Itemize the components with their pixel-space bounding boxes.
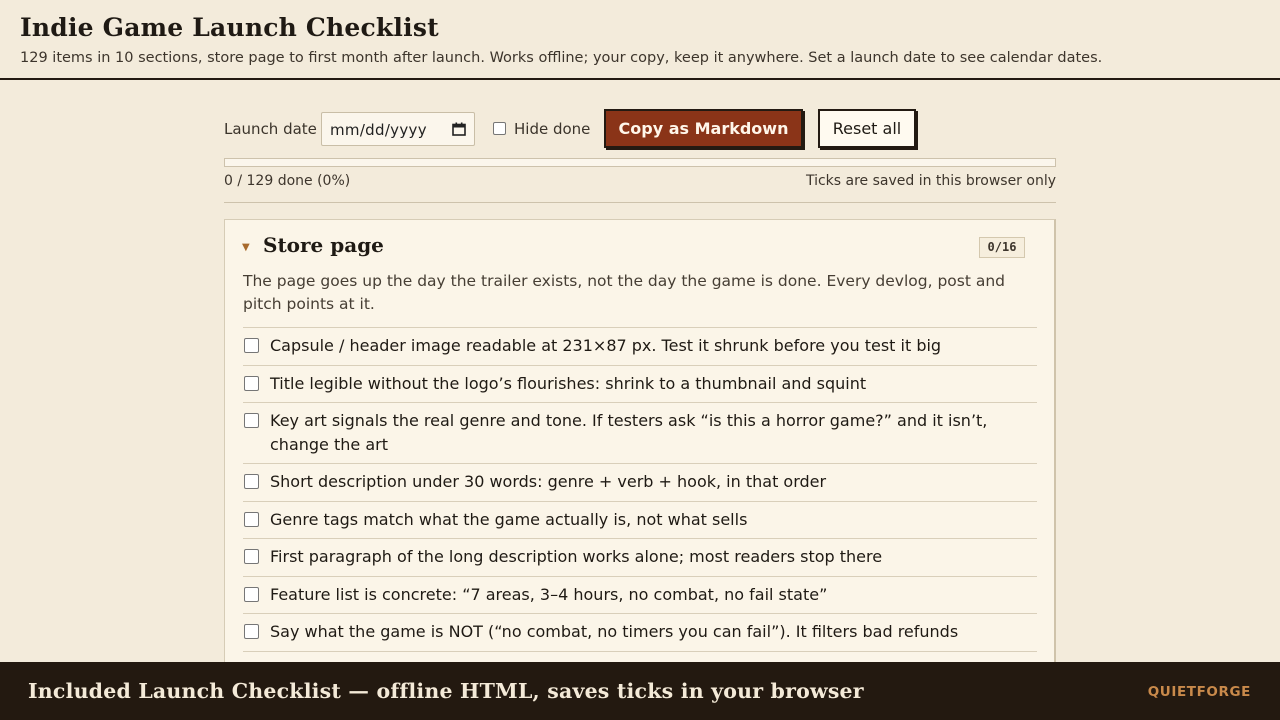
- checklist-item[interactable]: Feature list is concrete: “7 areas, 3–4 …: [243, 575, 1037, 614]
- section-store-page: ▼ Store page 0/16 The page goes up the d…: [224, 219, 1056, 679]
- brand-name: QUIETFORGE: [1147, 684, 1251, 700]
- item-label[interactable]: Capsule / header image readable at 231×8…: [270, 336, 941, 355]
- section-title[interactable]: Store page: [263, 233, 384, 257]
- item-label[interactable]: Key art signals the real genre and tone.…: [270, 411, 987, 454]
- checklist-item[interactable]: Key art signals the real genre and tone.…: [243, 402, 1037, 463]
- item-checkbox[interactable]: [244, 586, 259, 602]
- checklist-items: Capsule / header image readable at 231×8…: [243, 327, 1037, 688]
- item-checkbox[interactable]: [244, 338, 259, 353]
- copy-markdown-button[interactable]: Copy as Markdown: [604, 109, 803, 148]
- saved-note: Ticks are saved in this browser only: [805, 173, 1056, 189]
- section-count-badge: 0/16: [979, 237, 1025, 258]
- checklist-item[interactable]: Say what the game is NOT (“no combat, no…: [243, 613, 1037, 651]
- reset-all-button[interactable]: Reset all: [818, 109, 916, 148]
- progress-bar: [224, 158, 1056, 167]
- launch-date-input[interactable]: mm/dd/yyyy: [321, 112, 475, 146]
- page-title: Indie Game Launch Checklist: [20, 13, 439, 42]
- item-checkbox[interactable]: [244, 375, 259, 391]
- item-checkbox[interactable]: [244, 624, 259, 639]
- checklist-item[interactable]: Short description under 30 words: genre …: [243, 463, 1037, 501]
- calendar-icon[interactable]: [452, 122, 466, 136]
- item-checkbox[interactable]: [244, 549, 259, 564]
- checklist-item[interactable]: First paragraph of the long description …: [243, 538, 1037, 576]
- item-label[interactable]: Title legible without the logo’s flouris…: [270, 374, 866, 393]
- item-checkbox[interactable]: [244, 474, 259, 489]
- progress-text: 0 / 129 done (0%): [224, 173, 351, 189]
- banner-message: Included Launch Checklist — offline HTML…: [28, 679, 864, 703]
- item-label[interactable]: First paragraph of the long description …: [270, 547, 882, 566]
- checklist-item[interactable]: Genre tags match what the game actually …: [243, 500, 1037, 539]
- section-description: The page goes up the day the trailer exi…: [243, 272, 1006, 313]
- footer-banner: Included Launch Checklist — offline HTML…: [0, 662, 1280, 720]
- checklist-item[interactable]: Title legible without the logo’s flouris…: [243, 364, 1037, 403]
- hide-done-label[interactable]: Hide done: [514, 120, 590, 138]
- page-subtitle: 129 items in 10 sections, store page to …: [20, 50, 1103, 66]
- page-header: Indie Game Launch Checklist 129 items in…: [0, 0, 1280, 80]
- item-label[interactable]: Say what the game is NOT (“no combat, no…: [270, 622, 958, 641]
- item-label[interactable]: Feature list is concrete: “7 areas, 3–4 …: [270, 585, 827, 604]
- item-label[interactable]: Genre tags match what the game actually …: [270, 510, 747, 529]
- launch-date-placeholder: mm/dd/yyyy: [330, 121, 427, 139]
- launch-date-label: Launch date: [224, 120, 317, 138]
- collapse-caret-icon[interactable]: ▼: [242, 242, 250, 253]
- toolbar: Launch date mm/dd/yyyy Hide done Copy as…: [224, 108, 1056, 150]
- item-checkbox[interactable]: [244, 511, 259, 527]
- item-label[interactable]: Short description under 30 words: genre …: [270, 472, 826, 491]
- hide-done-checkbox[interactable]: [493, 122, 506, 135]
- divider: [224, 202, 1056, 203]
- item-checkbox[interactable]: [244, 413, 259, 428]
- checklist-item[interactable]: Capsule / header image readable at 231×8…: [243, 327, 1037, 365]
